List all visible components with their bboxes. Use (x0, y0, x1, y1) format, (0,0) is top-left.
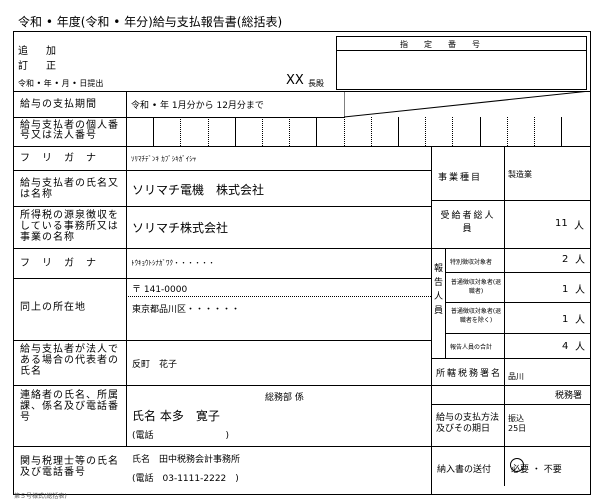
contact-dept: 総務部 係 (265, 393, 304, 403)
report-label: 報告人員 (434, 264, 444, 316)
contact-label: 連絡者の氏名、所属課、係名及び電話番号 (20, 390, 119, 423)
form-title: 令和 • 年度(令和 • 年分)給与支払報告書(総括表) (18, 15, 283, 29)
contact-phone: (電話 ) (132, 431, 230, 441)
tax-name: 氏名 田中税務会計事務所 (132, 455, 241, 465)
office-label: 所得税の源泉徴収をしている事務所又は事業の名称 (20, 210, 119, 243)
row4-unit: 人 (575, 342, 585, 353)
row3-unit: 人 (575, 315, 585, 326)
biz-type: 製造業 (508, 170, 532, 179)
period-diagonal (344, 91, 591, 118)
total-label: 受給者総人員 (440, 211, 496, 234)
period-label: 給与の支払期間 (20, 99, 97, 110)
mail-label: 納入書の送付 (437, 465, 492, 475)
office-name: ソリマチ株式会社 (132, 221, 229, 235)
recipient-suffix: 長殿 (308, 79, 324, 88)
mail-selected-circle (510, 458, 524, 472)
rep-label: 給与支払者が法人である場合の代表者の氏名 (20, 344, 119, 377)
payer-furigana: ｿﾘﾏﾁﾃﾞﾝｷ ｶﾌﾞｼｷｶﾞｲｼｬ (131, 155, 197, 163)
tax-phone: (電話 03-1111-2222 ) (132, 474, 239, 484)
rep-name: 反町 花子 (132, 360, 178, 370)
row1-value: 2 (562, 254, 569, 265)
row4-value: 4 (562, 341, 569, 352)
row2-value: 1 (562, 284, 569, 295)
furigana-label: フ リ ガ ナ (20, 153, 97, 164)
address-label: 同上の所在地 (20, 302, 86, 313)
submit-date: 令和 • 年 • 月 • 日提出 (18, 79, 104, 88)
biz-type-label: 事業種目 (438, 173, 483, 183)
row3-value: 1 (562, 314, 569, 325)
id-label: 給与支払者の個人番号又は法人番号 (20, 120, 119, 141)
office-tax-value1: 品川 (508, 372, 524, 381)
total-unit: 人 (574, 221, 584, 232)
payday-label: 給与の支払方法及びその期日 (436, 413, 500, 434)
row2-unit: 人 (575, 285, 585, 296)
address-value: 東京都品川区・・・・・・ (132, 305, 241, 315)
row2-label: 普通徴収対象者(退職者) (450, 279, 502, 295)
designated-number-label: 指 定 番 号 (400, 40, 484, 49)
office-tax-value2: 税務署 (555, 391, 583, 401)
row4-label: 報告人員の合計 (450, 344, 493, 351)
recipient: XX (286, 73, 304, 88)
tax-label: 関与税理士等の氏名及び電話番号 (20, 456, 119, 478)
row1-unit: 人 (575, 255, 585, 266)
add-label: 追 加 (18, 46, 60, 57)
address-furigana-label: フ リ ガ ナ (20, 258, 97, 269)
postal-code: 〒 141-0000 (132, 285, 188, 295)
address-furigana: ﾄｳｷｮｳﾄｼﾅｶﾞﾜｸ・・・・・・ (131, 259, 215, 267)
row1-label: 特別徴収対象者 (450, 259, 493, 266)
row3-label: 普通徴収対象者(退職者を除く) (450, 308, 502, 324)
correct-label: 訂 正 (18, 61, 60, 72)
payer-name: ソリマチ電機 株式会社 (132, 183, 265, 197)
period-value: 令和 • 年 1月分から 12月分まで (131, 101, 264, 111)
office-tax-label: 所轄税務署名 (436, 369, 503, 379)
payer-name-label: 給与支払者の氏名又は名称 (20, 178, 119, 200)
payday-value2: 25日 (508, 424, 527, 433)
total-value: 11 (555, 218, 568, 229)
contact-name: 氏名 本多 寛子 (132, 409, 220, 423)
